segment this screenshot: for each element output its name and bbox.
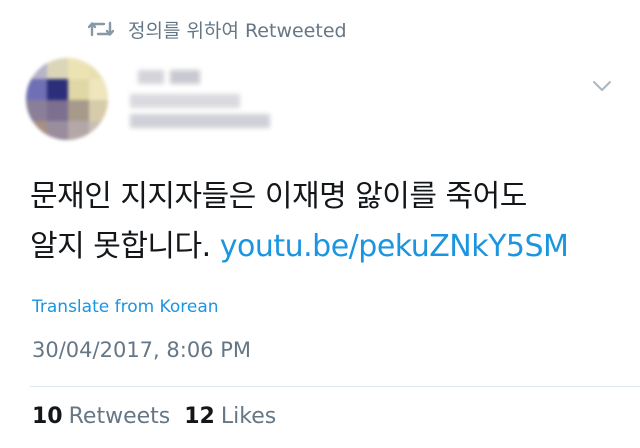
name-blur-bar: [170, 70, 200, 84]
retweets-label: Retweets: [68, 404, 171, 429]
avatar-pixel: [26, 58, 47, 79]
name-blur-bar: [138, 70, 164, 84]
tweet-text-line2: 알지 못합니다.: [30, 229, 211, 264]
divider: [30, 386, 640, 387]
avatar-pixel: [47, 79, 68, 100]
likes-stat[interactable]: 12 Likes: [184, 404, 276, 429]
avatar-pixel: [89, 121, 108, 140]
avatar-pixel: [89, 58, 108, 79]
likes-label: Likes: [220, 404, 277, 429]
name-blur-bar: [130, 94, 240, 108]
tweet-stats: 10 Retweets 12 Likes: [32, 404, 290, 429]
avatar-pixel: [89, 79, 108, 100]
retweet-context-label: 정의를 위하여 Retweeted: [128, 19, 347, 42]
avatar[interactable]: [26, 58, 108, 140]
tweet-detail: 정의를 위하여 Retweeted 문재인 지지자들은 이재명 앓이를 죽어도 …: [0, 0, 640, 448]
avatar-pixel: [68, 121, 89, 140]
author-name-blurred[interactable]: [130, 64, 280, 136]
name-blur-bar: [130, 114, 270, 128]
avatar-pixel: [89, 100, 108, 121]
retweets-count: 10: [32, 404, 63, 429]
retweets-stat[interactable]: 10 Retweets: [32, 404, 170, 429]
avatar-pixel: [68, 58, 89, 79]
avatar-pixel: [68, 79, 89, 100]
retweet-icon: [88, 18, 116, 40]
avatar-pixel: [68, 100, 89, 121]
avatar-pixel: [47, 100, 68, 121]
avatar-pixel: [26, 100, 47, 121]
tweet-timestamp[interactable]: 30/04/2017, 8:06 PM: [32, 338, 251, 362]
chevron-down-icon[interactable]: [592, 78, 612, 92]
avatar-pixel: [26, 121, 47, 140]
tweet-link[interactable]: youtu.be/pekuZNkY5SM: [220, 229, 569, 264]
avatar-pixel: [26, 79, 47, 100]
retweet-context[interactable]: 정의를 위하여 Retweeted: [88, 14, 347, 44]
avatar-pixel: [47, 121, 68, 140]
likes-count: 12: [184, 404, 215, 429]
avatar-pixel: [47, 58, 68, 79]
tweet-text: 문재인 지지자들은 이재명 앓이를 죽어도 알지 못합니다. youtu.be/…: [30, 172, 620, 272]
tweet-text-line1: 문재인 지지자들은 이재명 앓이를 죽어도: [30, 179, 527, 214]
translate-button[interactable]: Translate from Korean: [32, 297, 219, 317]
